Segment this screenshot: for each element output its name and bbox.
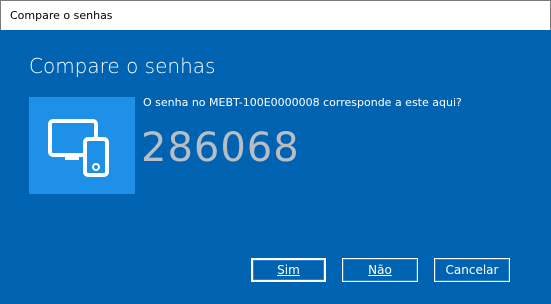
pairing-question: O senha no MEBT-100E0000008 corresponde … xyxy=(143,96,462,109)
cancel-button[interactable]: Cancelar xyxy=(434,258,510,282)
yes-button-label: Sim xyxy=(277,263,300,277)
pc-and-phone-icon xyxy=(48,119,109,177)
title-bar: Compare o senhas xyxy=(0,0,551,30)
dialog-heading: Compare o senhas xyxy=(29,54,216,78)
yes-button[interactable]: Sim xyxy=(251,258,326,282)
window-title: Compare o senhas xyxy=(10,9,113,22)
pairing-dialog: Compare o senhas O senha no MEBT-100E000… xyxy=(0,30,551,304)
device-tile xyxy=(29,97,135,194)
no-button-label: Não xyxy=(368,263,392,277)
cancel-button-label: Cancelar xyxy=(445,263,499,277)
passcode: 286068 xyxy=(141,125,300,171)
no-button[interactable]: Não xyxy=(342,258,418,282)
